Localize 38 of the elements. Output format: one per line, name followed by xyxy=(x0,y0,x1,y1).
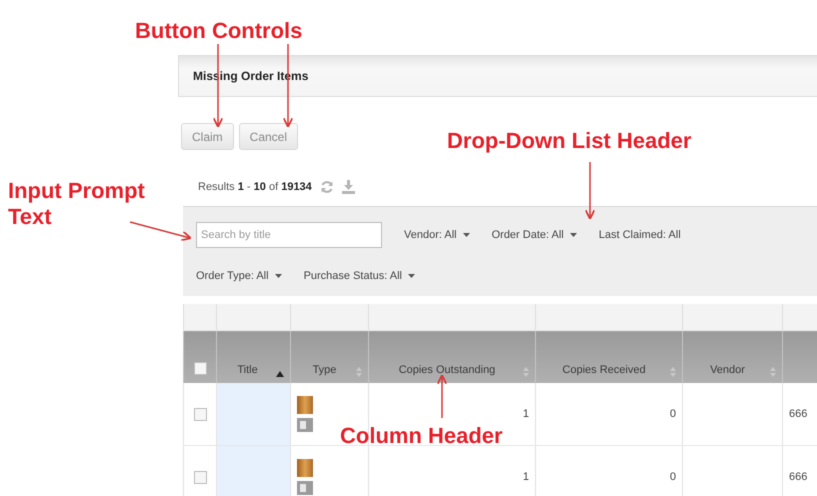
sort-ascending-icon[interactable] xyxy=(276,371,284,377)
table-cell: 0 xyxy=(536,383,682,446)
row-checkbox[interactable] xyxy=(194,408,206,420)
download-icon[interactable] xyxy=(342,180,355,194)
column-header[interactable]: Copies Received xyxy=(536,330,682,383)
filter-dropdown[interactable]: Last Claimed: All xyxy=(598,229,681,241)
column-header[interactable]: Vendor xyxy=(682,330,782,383)
column-header[interactable]: Title xyxy=(216,330,290,383)
caret-icon[interactable] xyxy=(462,233,470,237)
table-cell: 1 xyxy=(368,446,536,496)
column-header[interactable]: Type xyxy=(290,330,368,383)
filter-dropdown[interactable]: Order Type: All xyxy=(196,270,282,282)
format-icon xyxy=(297,418,313,432)
select-all-checkbox[interactable] xyxy=(194,362,206,375)
sort-icon[interactable] xyxy=(356,367,362,377)
format-icon xyxy=(297,481,313,495)
caret-icon[interactable] xyxy=(570,233,577,237)
table-cell: 666 xyxy=(782,383,817,446)
refresh-icon[interactable] xyxy=(320,180,334,194)
sort-icon[interactable] xyxy=(670,367,676,377)
filter-dropdown[interactable]: Purchase Status: All xyxy=(304,270,416,282)
annotation-label: Input Prompt Text xyxy=(8,178,146,230)
caret-icon[interactable] xyxy=(274,274,282,278)
book-icon xyxy=(297,459,313,477)
book-icon xyxy=(297,396,313,414)
sort-icon[interactable] xyxy=(770,367,776,377)
column-header[interactable]: Copies Outstanding xyxy=(368,330,536,383)
table-cell: 666 xyxy=(782,446,817,496)
filter-dropdown[interactable]: Order Date: All xyxy=(492,229,577,241)
caret-icon[interactable] xyxy=(408,274,416,278)
sort-icon[interactable] xyxy=(523,367,529,377)
row-checkbox[interactable] xyxy=(194,470,206,484)
table-cell: 0 xyxy=(536,446,682,496)
annotation-label: Drop-Down List Header xyxy=(447,128,692,154)
filter-dropdown[interactable]: Vendor: All xyxy=(404,229,470,241)
results-count: Results 1 - 10 of 19134 xyxy=(198,181,312,193)
search-field[interactable]: Search by title xyxy=(196,222,382,248)
annotation-label: Button Controls xyxy=(135,18,302,44)
